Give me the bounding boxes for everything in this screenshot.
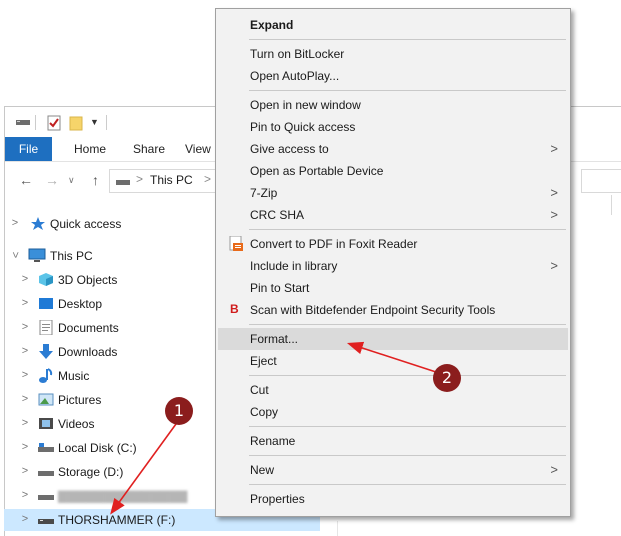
annotation-badge-2: 2 [433,364,461,392]
annotation-arrows [110,341,437,515]
annotation-arrow-1 [110,423,177,515]
annotation-arrow-2 [346,341,437,373]
annotation-badge-1: 1 [165,397,193,425]
